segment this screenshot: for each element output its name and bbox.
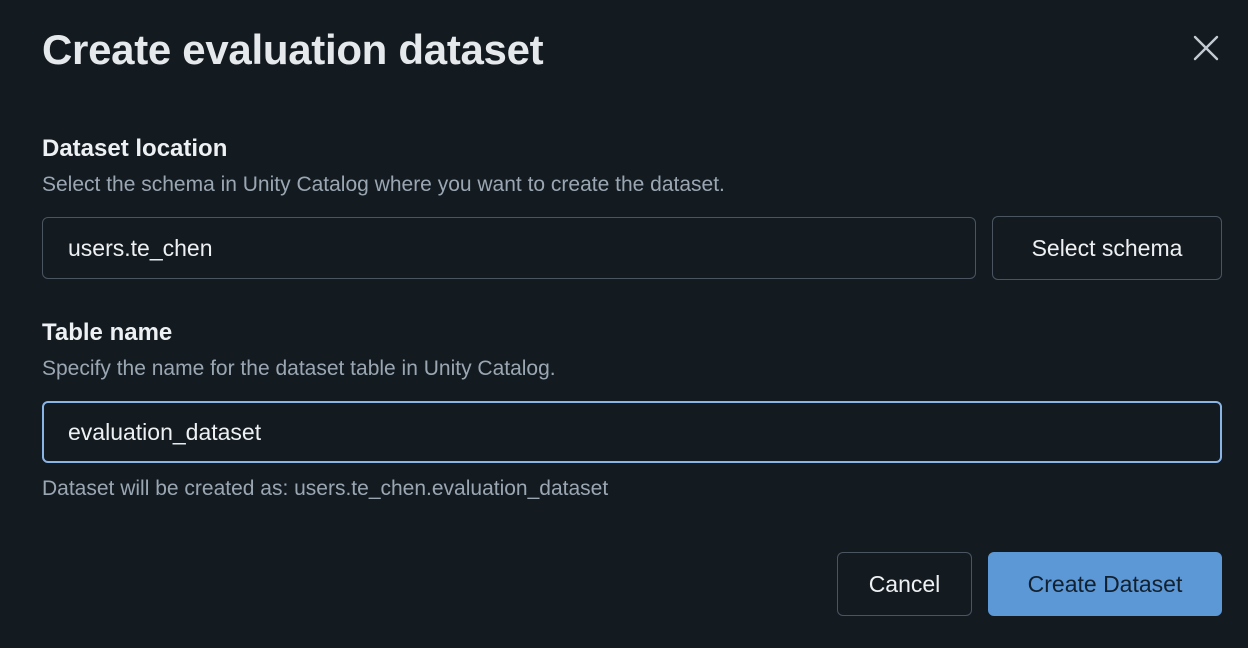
- select-schema-button[interactable]: Select schema: [992, 216, 1222, 280]
- table-name-input[interactable]: [42, 401, 1222, 463]
- cancel-button[interactable]: Cancel: [837, 552, 972, 616]
- dialog-title: Create evaluation dataset: [42, 26, 544, 73]
- close-button[interactable]: [1186, 28, 1226, 68]
- create-dataset-button[interactable]: Create Dataset: [988, 552, 1222, 616]
- close-icon: [1186, 28, 1226, 68]
- table-name-description: Specify the name for the dataset table i…: [42, 357, 556, 380]
- full-name-hint: Dataset will be created as: users.te_che…: [42, 477, 609, 500]
- dataset-location-input[interactable]: [42, 217, 976, 279]
- dataset-location-description: Select the schema in Unity Catalog where…: [42, 173, 725, 196]
- create-dataset-dialog: Create evaluation dataset Dataset locati…: [0, 0, 1248, 648]
- dataset-location-label: Dataset location: [42, 135, 228, 162]
- table-name-label: Table name: [42, 319, 173, 346]
